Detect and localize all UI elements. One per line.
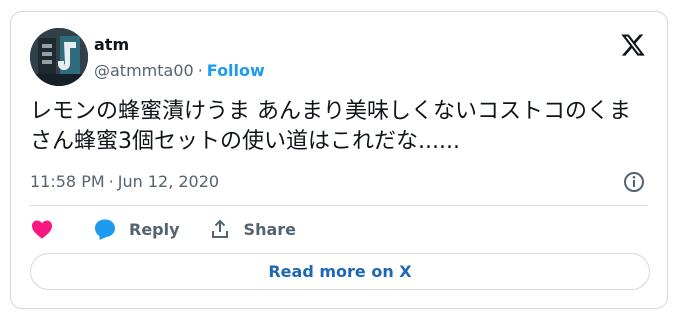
handle-row: @atmmta00 · Follow <box>94 61 265 81</box>
avatar[interactable] <box>30 28 88 86</box>
reply-bubble-icon <box>95 219 115 240</box>
reply-label: Reply <box>129 219 180 239</box>
follow-button[interactable]: Follow <box>207 61 265 80</box>
tweet-timestamp[interactable]: 11:58 PM · Jun 12, 2020 <box>30 172 219 192</box>
author-block: atm @atmmta00 · Follow <box>94 35 265 81</box>
display-name[interactable]: atm <box>94 35 265 55</box>
share-button[interactable]: Share <box>208 217 296 241</box>
share-upload-icon <box>211 219 228 238</box>
heart-icon[interactable] <box>30 217 54 241</box>
info-icon[interactable] <box>622 170 646 194</box>
tweet-time: 11:58 PM <box>30 172 105 191</box>
read-more-button[interactable]: Read more on X <box>30 253 650 290</box>
x-logo-icon[interactable] <box>620 32 646 58</box>
divider <box>30 205 648 206</box>
user-handle[interactable]: @atmmta00 <box>94 61 194 80</box>
timestamp-separator: · <box>108 172 114 191</box>
action-bar: Reply Share <box>30 217 296 241</box>
tweet-text: レモンの蜂蜜漬けうま あんまり美味しくないコストコのくまさん蜂蜜3個セットの使い… <box>30 99 631 154</box>
reply-button[interactable]: Reply <box>93 217 180 241</box>
tweet-embed-card: atm @atmmta00 · Follow レモンの蜂蜜漬けうま あんまり美味しく… <box>10 11 668 309</box>
handle-separator: · <box>197 61 203 80</box>
tweet-date: Jun 12, 2020 <box>117 172 220 191</box>
share-label: Share <box>243 219 296 239</box>
avatar-image <box>30 28 88 86</box>
